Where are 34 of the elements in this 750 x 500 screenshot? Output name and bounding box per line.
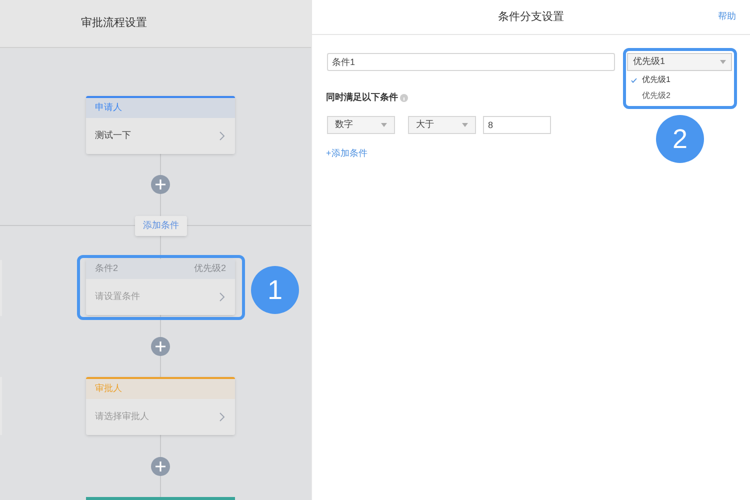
priority-select[interactable]: 优先级1 bbox=[627, 53, 732, 71]
node-content: 测试一下 bbox=[95, 129, 131, 142]
node-title: 申请人 bbox=[95, 101, 122, 114]
step-badge: 2 bbox=[656, 115, 704, 163]
node-title: 条件2 bbox=[95, 262, 118, 276]
value-field[interactable]: 8 bbox=[483, 116, 551, 134]
node-priority: 优先级2 bbox=[194, 262, 226, 276]
section-label: 同时满足以下条件 bbox=[326, 91, 398, 104]
add-node-icon[interactable] bbox=[151, 337, 170, 356]
field-select[interactable]: 数字 bbox=[327, 116, 395, 134]
node-content: 请设置条件 bbox=[95, 290, 140, 304]
node-content: 请选择审批人 bbox=[95, 410, 149, 424]
caret-icon bbox=[462, 123, 468, 127]
add-node-icon[interactable] bbox=[151, 457, 170, 476]
condition-name-field[interactable]: 条件1 bbox=[327, 53, 615, 71]
operator-select[interactable]: 大于 bbox=[408, 116, 476, 134]
caret-icon bbox=[381, 123, 387, 127]
caret-icon bbox=[720, 60, 726, 64]
select-value: 大于 bbox=[416, 118, 434, 132]
flow-title: 审批流程设置 bbox=[81, 16, 147, 32]
select-value: 优先级1 bbox=[633, 55, 666, 68]
flow-node-card[interactable]: 申请人 测试一下 bbox=[86, 96, 235, 154]
chevron-right-icon bbox=[219, 412, 225, 422]
dropdown-option[interactable]: 优先级1 bbox=[627, 72, 732, 88]
step-badge: 1 bbox=[251, 266, 299, 314]
settings-title: 条件分支设置 bbox=[498, 10, 564, 25]
info-icon bbox=[400, 94, 408, 102]
check-icon bbox=[631, 78, 637, 82]
dropdown-option[interactable]: 优先级2 bbox=[627, 88, 732, 104]
chevron-right-icon bbox=[219, 292, 225, 302]
select-value: 数字 bbox=[335, 118, 353, 132]
chevron-right-icon bbox=[219, 131, 225, 141]
node-title: 审批人 bbox=[95, 382, 122, 396]
add-node-icon[interactable] bbox=[151, 175, 170, 194]
